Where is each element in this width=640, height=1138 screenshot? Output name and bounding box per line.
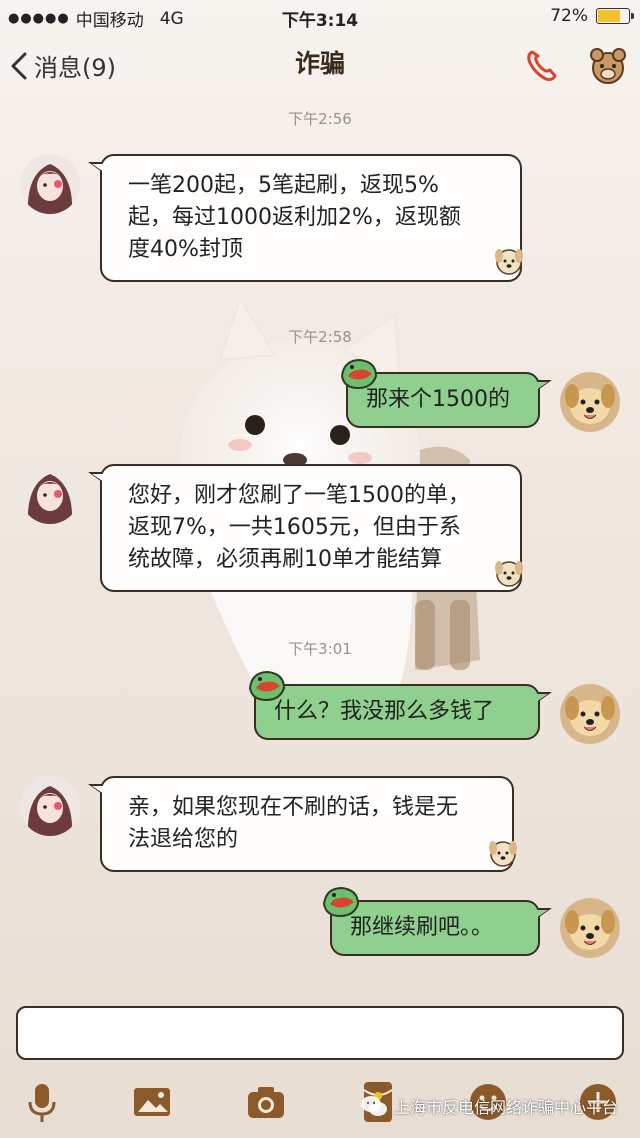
message-text-line: 那来个1500的 xyxy=(366,387,510,412)
incoming-message-bubble: 您好，刚才您刷了一笔1500的单， 返现7%，一共1605元，但由于系 统故障，… xyxy=(88,464,522,592)
camera-icon xyxy=(248,1087,284,1118)
my-avatar[interactable] xyxy=(560,684,620,744)
message-text-line: 度40%封顶 xyxy=(128,237,243,262)
message-timestamp: 下午2:58 xyxy=(288,328,352,346)
battery-percentage: 72% xyxy=(550,6,588,26)
my-avatar[interactable] xyxy=(560,372,620,432)
message-input[interactable] xyxy=(16,1006,624,1060)
girl-avatar-icon xyxy=(20,776,80,836)
dog-avatar-icon xyxy=(560,684,620,744)
outgoing-message-bubble: 什么？我没那么多钱了 xyxy=(254,684,552,740)
puppy-sticker-icon xyxy=(495,249,523,275)
message-text-line: 亲，如果您现在不刷的话，钱是无 xyxy=(128,795,459,820)
camera-button[interactable] xyxy=(244,1080,288,1124)
dinosaur-sticker-icon xyxy=(340,358,378,390)
message-timestamp: 下午2:56 xyxy=(288,110,352,128)
image-button[interactable] xyxy=(130,1080,174,1124)
incoming-message-bubble: 一笔200起，5笔起刷，返现5% 起，每过1000返利加2%，返现额 度40%封… xyxy=(88,154,522,282)
message-text-line: 法退给您的 xyxy=(128,827,239,852)
puppy-sticker-icon xyxy=(495,561,523,587)
message-text-line: 起，每过1000返利加2%，返现额 xyxy=(128,205,461,230)
microphone-icon xyxy=(28,1084,56,1122)
dog-avatar-icon xyxy=(560,372,620,432)
girl-avatar-icon xyxy=(20,464,80,524)
watermark-text: 上海市反电信网络诈骗中心平台 xyxy=(394,1098,619,1117)
status-right: 72% xyxy=(550,6,634,26)
status-bar: ●●●●● 中国移动 4G 下午3:14 72% xyxy=(0,0,640,34)
image-icon xyxy=(134,1088,170,1116)
my-avatar[interactable] xyxy=(560,898,620,958)
girl-avatar-icon xyxy=(20,154,80,214)
dinosaur-sticker-icon xyxy=(322,886,360,918)
dinosaur-sticker-icon xyxy=(248,670,286,702)
battery-icon xyxy=(596,8,634,24)
message-timestamp: 下午3:01 xyxy=(288,640,352,658)
source-watermark: 上海市反电信网络诈骗中心平台 xyxy=(360,1094,618,1118)
battery-level-fill xyxy=(598,10,620,22)
contact-avatar[interactable] xyxy=(20,776,80,836)
message-text-line: 返现7%，一共1605元，但由于系 xyxy=(128,515,461,540)
wechat-icon xyxy=(361,1096,387,1116)
message-text-line: 那继续刷吧。。 xyxy=(350,915,494,940)
chat-profile-icon[interactable] xyxy=(588,46,628,86)
phone-call-icon[interactable] xyxy=(524,48,560,84)
message-text-line: 您好，刚才您刷了一笔1500的单， xyxy=(128,483,470,508)
contact-avatar[interactable] xyxy=(20,154,80,214)
incoming-message-bubble: 亲，如果您现在不刷的话，钱是无 法退给您的 xyxy=(88,776,514,872)
contact-avatar[interactable] xyxy=(20,464,80,524)
navigation-bar: 消息(9) 诈骗 xyxy=(0,34,640,100)
dog-avatar-icon xyxy=(560,898,620,958)
voice-button[interactable] xyxy=(20,1080,64,1124)
puppy-sticker-icon xyxy=(489,841,517,867)
message-text-line: 什么？我没那么多钱了 xyxy=(274,699,495,724)
message-text-line: 统故障，必须再刷10单才能结算 xyxy=(128,547,442,572)
status-time: 下午3:14 xyxy=(281,11,359,31)
message-text-line: 一笔200起，5笔起刷，返现5% xyxy=(128,173,439,198)
